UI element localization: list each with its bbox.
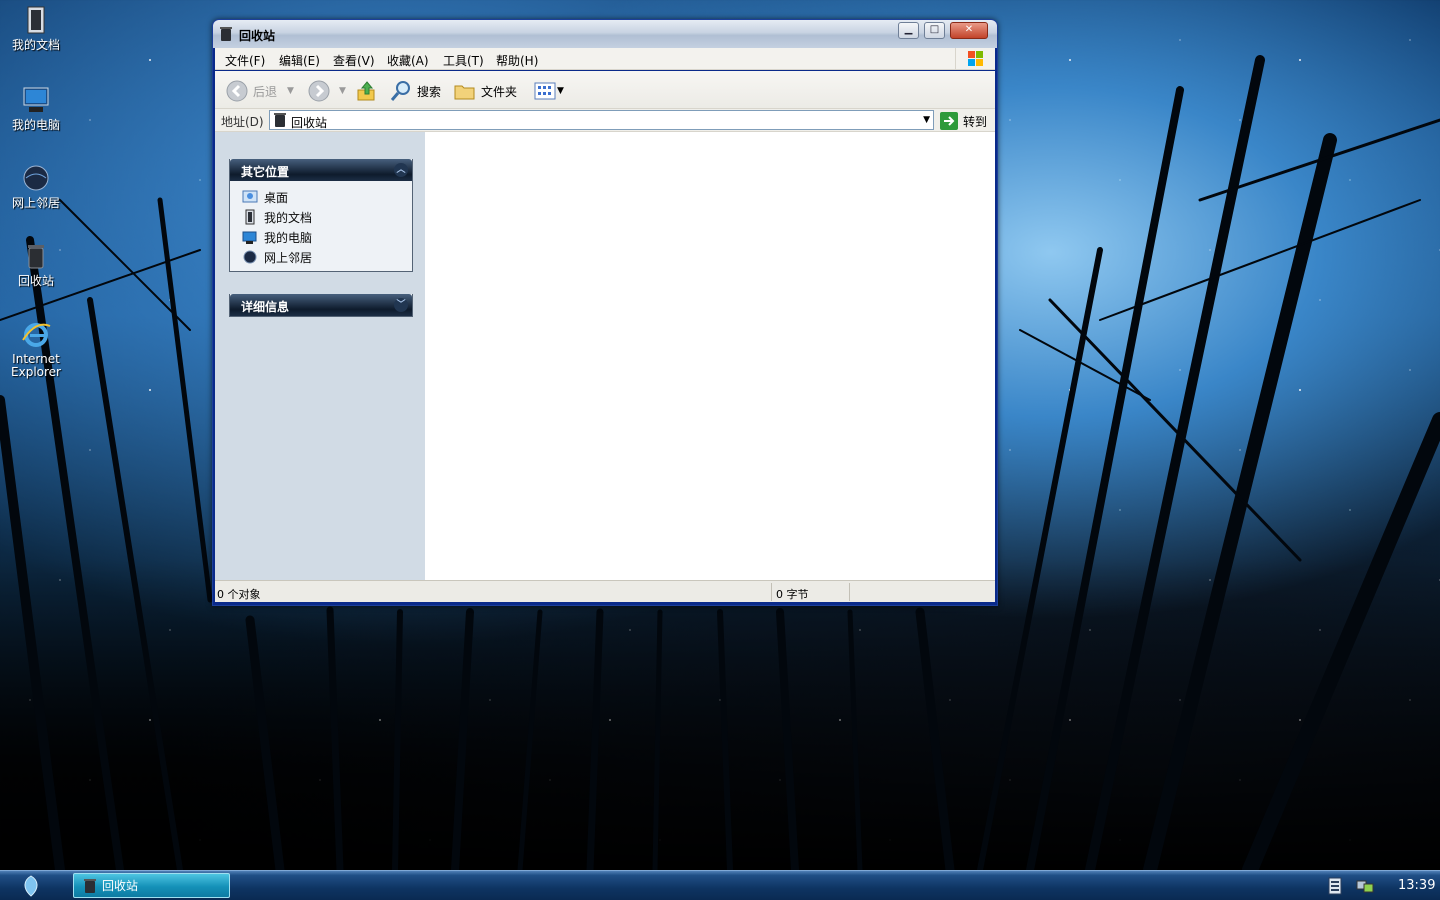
up-folder-button[interactable] bbox=[355, 79, 379, 103]
file-list-area[interactable] bbox=[425, 132, 995, 580]
standard-toolbar: 后退 ▼ ▼ 搜索 文件夹 ▼ bbox=[215, 71, 995, 109]
start-orb-icon bbox=[24, 875, 38, 897]
address-field[interactable]: 回收站 ▼ bbox=[269, 110, 934, 130]
back-arrow-icon bbox=[226, 80, 248, 102]
collapse-icon[interactable]: ︿ bbox=[394, 163, 408, 177]
desktop-icon-recycle-bin[interactable]: 回收站 bbox=[6, 240, 66, 288]
go-arrow-icon bbox=[940, 112, 958, 130]
views-icon bbox=[534, 82, 556, 100]
system-tray: 13:39 bbox=[1322, 871, 1440, 900]
menu-favorites[interactable]: 收藏(A) bbox=[387, 52, 429, 69]
back-button[interactable]: 后退 ▼ bbox=[225, 79, 294, 103]
desktop-icon-label-line1: Internet bbox=[12, 352, 60, 366]
place-link-label: 我的文档 bbox=[264, 210, 313, 225]
go-button[interactable]: 转到 bbox=[940, 111, 987, 131]
address-label: 地址(D) bbox=[221, 115, 264, 129]
other-places-panel: 其它位置 ︿ 桌面 我的文档 我的电脑 网上邻居 bbox=[229, 159, 413, 272]
folders-button[interactable]: 文件夹 bbox=[453, 79, 517, 103]
place-link-label: 网上邻居 bbox=[264, 250, 313, 265]
other-places-header[interactable]: 其它位置 ︿ bbox=[230, 159, 412, 181]
my-computer-icon bbox=[242, 231, 257, 244]
place-link-desktop[interactable]: 桌面 bbox=[230, 187, 412, 207]
recycle-bin-window: 回收站 ▁ □ ✕ 文件(F) 编辑(E) 查看(V) 收藏(A) 工具(T) … bbox=[212, 19, 998, 606]
details-panel: 详细信息 ﹀ bbox=[229, 294, 413, 317]
menu-help[interactable]: 帮助(H) bbox=[496, 52, 538, 69]
my-computer-icon bbox=[23, 87, 49, 112]
menu-edit[interactable]: 编辑(E) bbox=[279, 52, 320, 69]
views-dropdown-icon: ▼ bbox=[557, 86, 564, 96]
details-header[interactable]: 详细信息 ﹀ bbox=[230, 294, 412, 316]
minimize-button[interactable]: ▁ bbox=[898, 22, 919, 39]
network-places-icon bbox=[23, 165, 49, 191]
address-bar: 地址(D) 回收站 ▼ 转到 bbox=[215, 109, 995, 132]
desktop-icon-label: 回收站 bbox=[17, 274, 54, 288]
status-size: 0 字节 bbox=[776, 588, 809, 601]
forward-arrow-icon bbox=[308, 80, 330, 102]
desktop-icon-label: 我的电脑 bbox=[11, 118, 60, 132]
search-icon bbox=[390, 81, 410, 101]
clock[interactable]: 13:39 bbox=[1398, 878, 1435, 893]
desktop-icon-internet-explorer[interactable]: Internet Explorer bbox=[6, 318, 66, 379]
recycle-bin-icon bbox=[84, 878, 96, 893]
search-label: 搜索 bbox=[417, 84, 442, 99]
my-documents-icon bbox=[245, 209, 255, 225]
window-title: 回收站 bbox=[239, 29, 276, 43]
forward-button[interactable]: ▼ bbox=[307, 79, 346, 103]
menu-view[interactable]: 查看(V) bbox=[333, 52, 375, 69]
other-places-title: 其它位置 bbox=[241, 165, 290, 179]
close-icon: ✕ bbox=[964, 24, 974, 35]
taskbar: 回收站 13:39 bbox=[0, 870, 1440, 900]
place-link-label: 桌面 bbox=[264, 190, 289, 205]
desktop-icon-my-computer[interactable]: 我的电脑 bbox=[6, 84, 66, 132]
recycle-bin-icon bbox=[28, 245, 44, 269]
windows-logo-icon bbox=[955, 48, 995, 69]
desktop-icon bbox=[242, 190, 258, 203]
place-link-my-documents[interactable]: 我的文档 bbox=[230, 207, 412, 227]
network-places-icon bbox=[243, 250, 257, 264]
recycle-bin-icon bbox=[220, 27, 232, 41]
back-dropdown-icon[interactable]: ▼ bbox=[287, 86, 294, 96]
menu-tools[interactable]: 工具(T) bbox=[443, 52, 484, 69]
desktop-icon-my-documents[interactable]: 我的文档 bbox=[6, 4, 66, 52]
desktop-icon-label-line2: Explorer bbox=[11, 365, 61, 379]
address-value: 回收站 bbox=[291, 116, 328, 130]
back-label: 后退 bbox=[253, 84, 278, 99]
taskbar-button-recycle-bin[interactable]: 回收站 bbox=[73, 873, 230, 898]
status-divider bbox=[771, 583, 772, 601]
search-button[interactable]: 搜索 bbox=[389, 79, 441, 103]
desktop-icon-network-places[interactable]: 网上邻居 bbox=[6, 162, 66, 210]
menu-bar: 文件(F) 编辑(E) 查看(V) 收藏(A) 工具(T) 帮助(H) bbox=[215, 48, 995, 70]
expand-icon[interactable]: ﹀ bbox=[394, 298, 408, 312]
maximize-button[interactable]: □ bbox=[924, 22, 945, 39]
close-button[interactable]: ✕ bbox=[950, 22, 988, 39]
my-documents-icon bbox=[27, 6, 45, 34]
folders-icon bbox=[454, 85, 475, 100]
task-pane: 其它位置 ︿ 桌面 我的文档 我的电脑 网上邻居 详细信息 ﹀ bbox=[215, 132, 425, 580]
minimize-icon: ▁ bbox=[904, 24, 913, 35]
status-divider bbox=[849, 583, 850, 601]
up-folder-icon bbox=[357, 81, 375, 101]
folders-label: 文件夹 bbox=[481, 84, 518, 99]
start-button[interactable] bbox=[18, 874, 44, 898]
taskbar-button-label: 回收站 bbox=[102, 879, 139, 893]
views-button[interactable]: ▼ bbox=[533, 79, 564, 103]
network-status-icon[interactable] bbox=[1356, 878, 1374, 894]
place-link-my-computer[interactable]: 我的电脑 bbox=[230, 227, 412, 247]
status-bar: 0 个对象 0 字节 bbox=[215, 580, 995, 602]
address-dropdown-icon[interactable]: ▼ bbox=[923, 115, 930, 125]
place-link-network-places[interactable]: 网上邻居 bbox=[230, 247, 412, 267]
menu-file[interactable]: 文件(F) bbox=[225, 52, 265, 69]
desktop-icon-label: 我的文档 bbox=[11, 38, 60, 52]
go-label: 转到 bbox=[963, 114, 988, 129]
maximize-icon: □ bbox=[929, 24, 940, 35]
recycle-bin-icon bbox=[274, 113, 286, 127]
details-title: 详细信息 bbox=[241, 300, 290, 314]
keyboard-layout-icon[interactable] bbox=[1328, 877, 1342, 895]
internet-explorer-icon bbox=[22, 323, 51, 347]
place-link-label: 我的电脑 bbox=[264, 230, 313, 245]
desktop-icon-label: 网上邻居 bbox=[11, 196, 60, 210]
forward-dropdown-icon[interactable]: ▼ bbox=[339, 86, 346, 96]
status-object-count: 0 个对象 bbox=[217, 588, 261, 601]
title-bar[interactable]: 回收站 ▁ □ ✕ bbox=[213, 20, 997, 48]
